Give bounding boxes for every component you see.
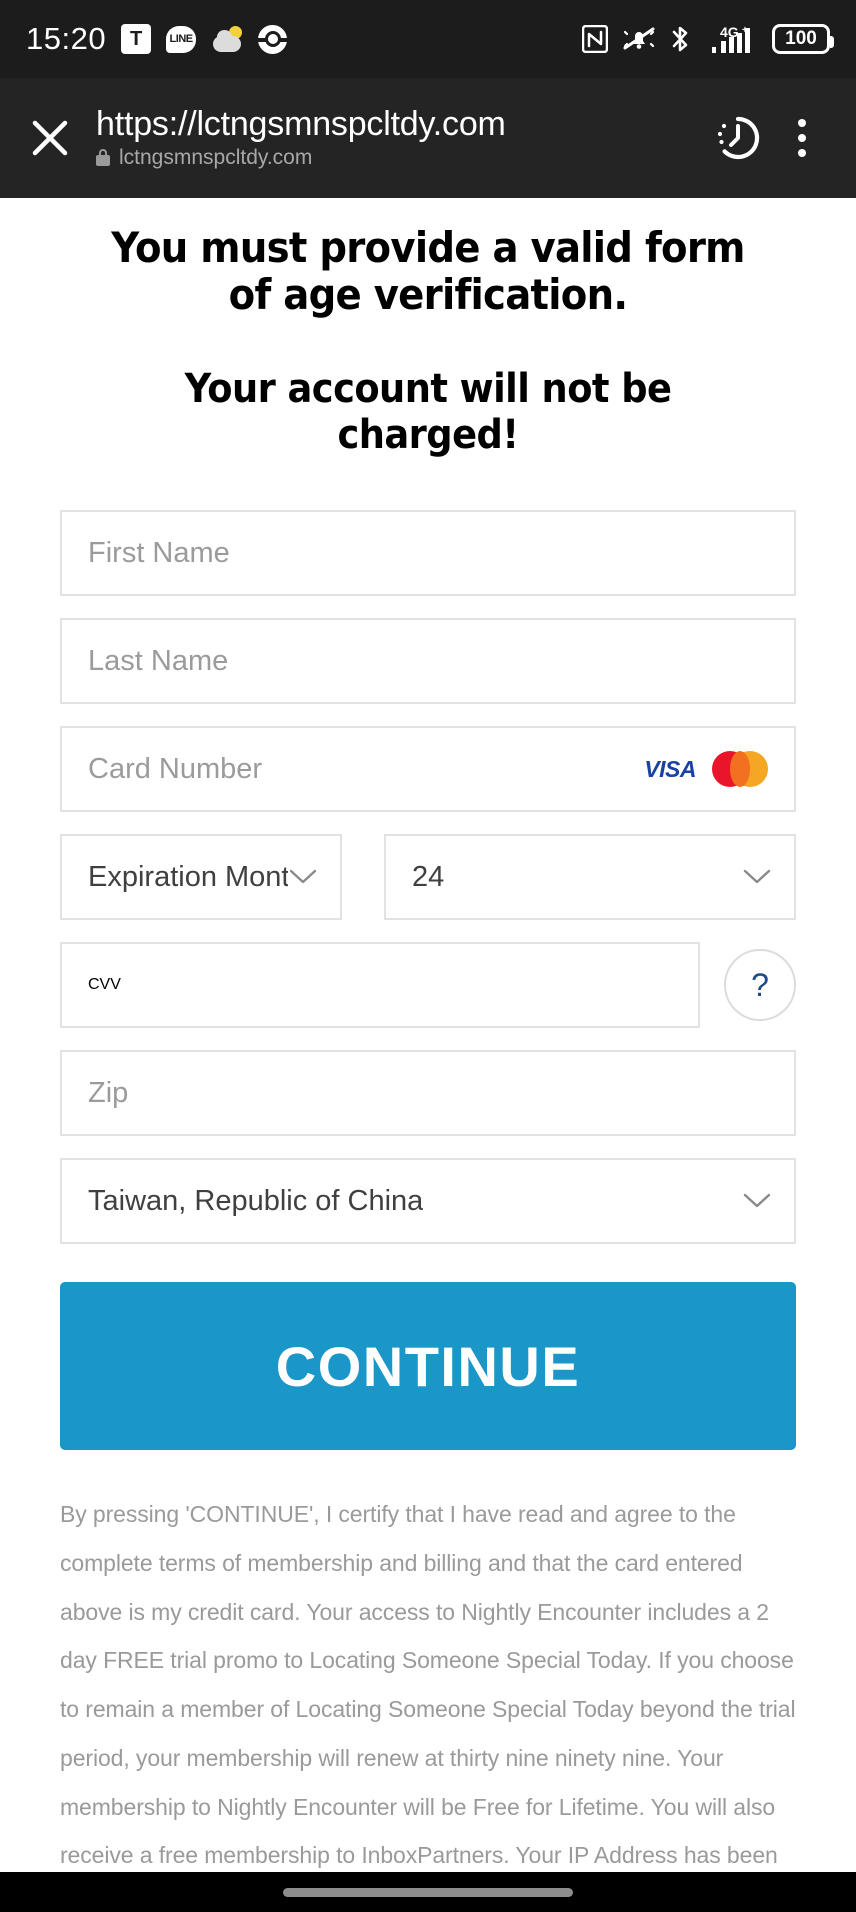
url-text: https://lctngsmnspcltdy.com xyxy=(96,106,506,143)
zip-input[interactable]: Zip xyxy=(60,1050,796,1137)
teams-icon xyxy=(121,24,152,54)
overflow-menu-icon[interactable] xyxy=(770,106,834,170)
status-bar-left: 15:20 LINE xyxy=(26,21,288,57)
cvv-input[interactable]: CVV xyxy=(60,942,700,1029)
chevron-down-icon xyxy=(743,1193,771,1208)
cvv-help-label: ? xyxy=(751,967,769,1004)
continue-button[interactable]: CONTINUE xyxy=(60,1282,796,1451)
payment-form: First Name Last Name Card Number VISA Ex… xyxy=(60,510,796,1872)
url-domain-text: lctngsmnspcltdy.com xyxy=(119,145,313,169)
expiration-year-select[interactable]: 24 xyxy=(384,834,796,921)
page-headline: You must provide a valid form of age ver… xyxy=(111,223,745,320)
terms-fineprint: By pressing 'CONTINUE', I certify that I… xyxy=(60,1501,796,1869)
history-clock-icon[interactable] xyxy=(706,106,770,170)
page-subheadline: Your account will not be charged! xyxy=(184,366,672,459)
url-domain-row: lctngsmnspcltdy.com xyxy=(96,146,706,170)
mastercard-logo xyxy=(712,751,768,788)
cvv-help-icon[interactable]: ? xyxy=(724,949,796,1022)
expiration-month-select[interactable]: Expiration Mont xyxy=(60,834,342,921)
cvv-row: CVV ? xyxy=(60,942,796,1029)
signal-4g-icon: 4G + xyxy=(712,24,750,53)
cvv-placeholder: CVV xyxy=(88,976,121,994)
address-bar[interactable]: https://lctngsmnspcltdy.com lctngsmnspcl… xyxy=(96,106,706,170)
status-bar: 15:20 LINE 4G + xyxy=(0,0,856,78)
line-icon-label: LINE xyxy=(169,33,194,45)
expiration-row: Expiration Mont 24 xyxy=(60,834,796,921)
battery-level: 100 xyxy=(785,28,817,49)
line-icon: LINE xyxy=(166,25,197,53)
first-name-input[interactable]: First Name xyxy=(60,510,796,597)
country-select[interactable]: Taiwan, Republic of China xyxy=(60,1158,796,1245)
system-navigation-bar xyxy=(0,1872,856,1912)
nfc-icon xyxy=(582,25,608,53)
home-gesture-pill[interactable] xyxy=(283,1887,573,1897)
card-brand-logos: VISA xyxy=(644,751,768,788)
visa-logo: VISA xyxy=(644,755,696,782)
browser-toolbar: https://lctngsmnspcltdy.com lctngsmnspcl… xyxy=(0,78,856,198)
vibrate-mode-icon xyxy=(623,27,655,50)
battery-indicator: 100 xyxy=(772,24,834,54)
expiration-month-value: Expiration Mont xyxy=(88,860,288,893)
card-number-input[interactable]: Card Number VISA xyxy=(60,726,796,813)
lock-icon xyxy=(96,149,110,167)
webpage-viewport: You must provide a valid form of age ver… xyxy=(0,198,856,1872)
phone-screen: 15:20 LINE 4G + xyxy=(0,0,856,1912)
last-name-placeholder: Last Name xyxy=(88,644,229,677)
expiration-year-value: 24 xyxy=(412,860,445,893)
card-number-placeholder: Card Number xyxy=(88,752,263,785)
pokemon-go-icon xyxy=(258,24,288,54)
chevron-down-icon xyxy=(743,869,771,884)
weather-icon xyxy=(211,26,243,52)
page-content: You must provide a valid form of age ver… xyxy=(0,198,856,1872)
last-name-input[interactable]: Last Name xyxy=(60,618,796,705)
bluetooth-icon xyxy=(672,26,688,52)
country-value: Taiwan, Republic of China xyxy=(88,1184,424,1217)
chevron-down-icon xyxy=(289,869,317,884)
zip-placeholder: Zip xyxy=(88,1076,129,1109)
first-name-placeholder: First Name xyxy=(88,536,230,569)
close-icon[interactable] xyxy=(22,110,78,166)
status-bar-right: 4G + 100 xyxy=(582,23,834,55)
status-clock: 15:20 xyxy=(26,21,107,56)
